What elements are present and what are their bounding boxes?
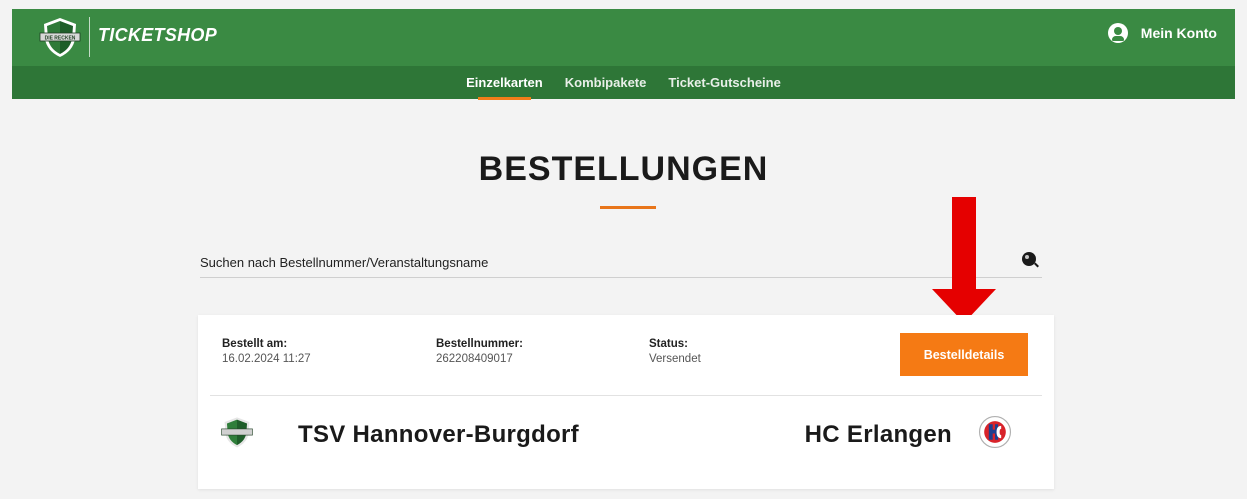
search-input[interactable]: Suchen nach Bestellnummer/Veranstaltungs… xyxy=(200,255,488,270)
logo-divider xyxy=(89,17,90,57)
order-details-button[interactable]: Bestelldetails xyxy=(900,333,1028,376)
red-arrow-annotation xyxy=(932,197,996,323)
status-value: Versendet xyxy=(649,353,701,365)
page: DIE RECKEN TICKETSHOP Mein Konto Einzelk… xyxy=(12,9,1235,499)
ordered-at-field: Bestellt am: 16.02.2024 11:27 xyxy=(222,338,311,365)
order-number-value: 262208409017 xyxy=(436,353,513,365)
status-field: Status: Versendet xyxy=(649,338,701,365)
recken-shield-icon[interactable]: DIE RECKEN xyxy=(38,15,82,59)
search-bar[interactable]: Suchen nach Bestellnummer/Veranstaltungs… xyxy=(200,247,1042,278)
tab-einzelkarten[interactable]: Einzelkarten xyxy=(466,66,543,100)
top-header: DIE RECKEN TICKETSHOP Mein Konto xyxy=(12,9,1235,66)
recken-team-logo-icon xyxy=(221,417,253,448)
card-divider xyxy=(210,395,1042,396)
ordered-at-value: 16.02.2024 11:27 xyxy=(222,353,311,365)
ordered-at-label: Bestellt am: xyxy=(222,338,288,350)
account-label: Mein Konto xyxy=(1140,25,1217,41)
order-number-label: Bestellnummer: xyxy=(436,338,523,350)
away-team-name: HC Erlangen xyxy=(804,421,952,448)
brand-title[interactable]: TICKETSHOP xyxy=(98,25,217,46)
tab-ticket-gutscheine[interactable]: Ticket-Gutscheine xyxy=(668,66,780,99)
home-team-name: TSV Hannover-Burgdorf xyxy=(298,421,579,448)
search-icon[interactable] xyxy=(1022,252,1036,266)
page-title: BESTELLUNGEN xyxy=(478,150,769,188)
account-link[interactable]: Mein Konto xyxy=(1107,23,1217,43)
order-card: Bestellt am: 16.02.2024 11:27 Bestellnum… xyxy=(198,315,1054,489)
order-number-field: Bestellnummer: 262208409017 xyxy=(436,338,523,365)
hc-erlangen-logo-icon xyxy=(978,415,1012,449)
status-label: Status: xyxy=(649,338,688,350)
tab-kombipakete[interactable]: Kombipakete xyxy=(565,66,647,99)
user-icon xyxy=(1107,23,1128,43)
title-underline xyxy=(600,206,656,209)
sub-navigation: Einzelkarten Kombipakete Ticket-Gutschei… xyxy=(12,66,1235,100)
logo-banner-text: DIE RECKEN xyxy=(45,36,76,42)
